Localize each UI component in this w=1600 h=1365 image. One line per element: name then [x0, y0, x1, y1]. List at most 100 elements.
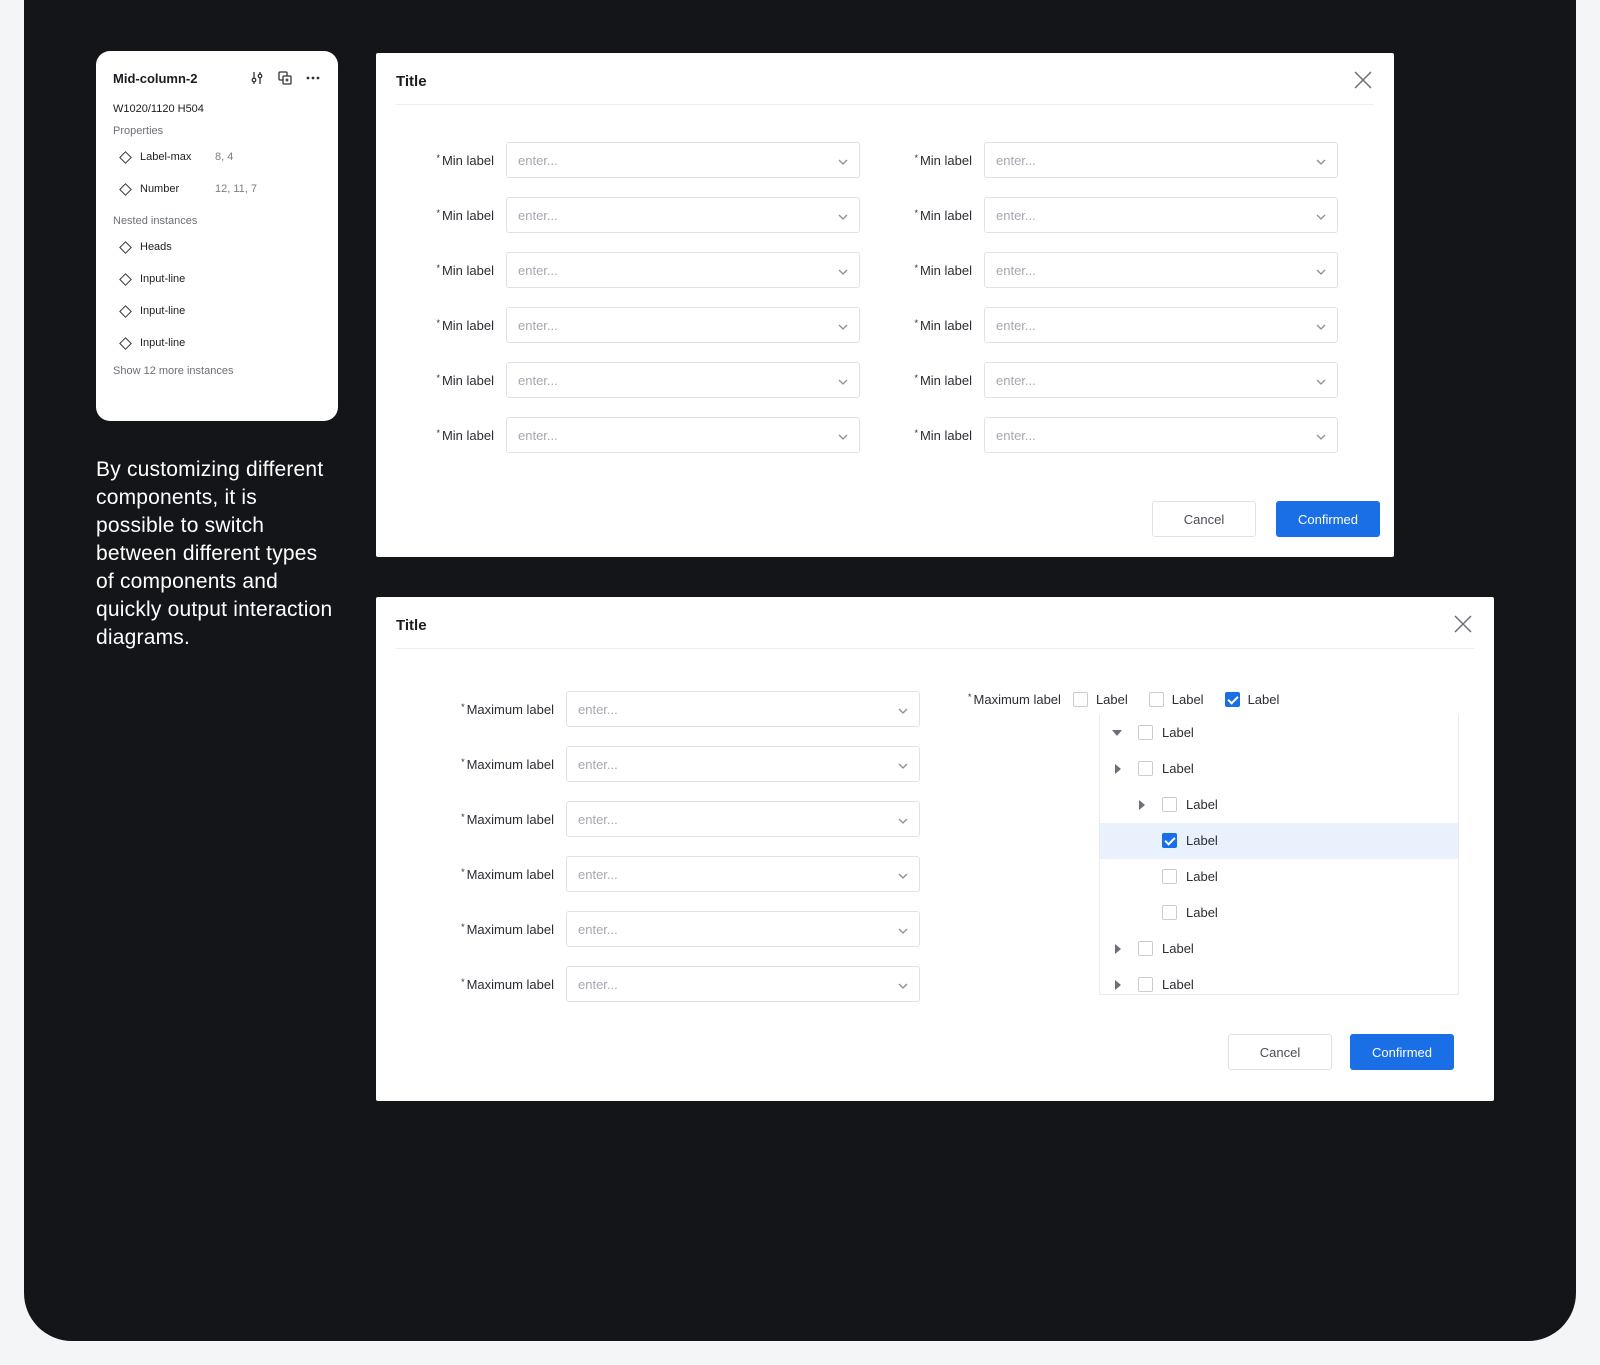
- nested-instance-row[interactable]: Input-line: [113, 327, 321, 359]
- select-field[interactable]: enter...: [566, 746, 920, 782]
- checkbox[interactable]: [1162, 797, 1177, 812]
- checkbox[interactable]: [1162, 869, 1177, 884]
- tree-node-label: Label: [1186, 797, 1218, 812]
- field-label: * Min label: [436, 317, 494, 333]
- tree-node[interactable]: Label: [1100, 823, 1458, 859]
- field-label: * Min label: [914, 207, 972, 223]
- tune-icon[interactable]: [249, 70, 265, 86]
- tree-node-label: Label: [1186, 833, 1218, 848]
- select-field[interactable]: enter...: [506, 362, 860, 398]
- component-swap-icon[interactable]: [277, 70, 293, 86]
- caret-down-icon[interactable]: [1112, 730, 1122, 736]
- select-field[interactable]: enter...: [984, 417, 1338, 453]
- tree-node[interactable]: Label: [1100, 787, 1458, 823]
- checkbox-option[interactable]: Label: [1072, 692, 1128, 707]
- nested-heading: Nested instances: [113, 215, 198, 227]
- confirm-button[interactable]: Confirmed: [1276, 501, 1380, 537]
- tree-node[interactable]: Label: [1100, 751, 1458, 787]
- caret-right-icon[interactable]: [1115, 944, 1121, 954]
- cancel-button[interactable]: Cancel: [1228, 1034, 1332, 1070]
- field-label: * Maximum label: [461, 756, 554, 772]
- select-placeholder: enter...: [518, 263, 558, 278]
- select-field[interactable]: enter...: [506, 307, 860, 343]
- chevron-down-icon: [837, 155, 849, 167]
- select-field[interactable]: enter...: [566, 856, 920, 892]
- select-field[interactable]: enter...: [506, 252, 860, 288]
- caret-right-icon[interactable]: [1115, 980, 1121, 990]
- tree-node[interactable]: Label: [1100, 895, 1458, 931]
- checkbox-option[interactable]: Label: [1224, 692, 1279, 707]
- caret-right-icon[interactable]: [1139, 800, 1145, 810]
- panel-dimensions: W1020/1120 H504: [113, 103, 204, 115]
- field-label: * Min label: [914, 372, 972, 388]
- property-name: Number: [140, 183, 180, 195]
- dialog-header: Title: [396, 53, 1374, 105]
- select-field[interactable]: enter...: [984, 307, 1338, 343]
- field-label: * Min label: [436, 372, 494, 388]
- property-row[interactable]: Label-max 8, 4: [113, 141, 321, 173]
- select-field[interactable]: enter...: [566, 801, 920, 837]
- tree-node[interactable]: Label: [1100, 859, 1458, 895]
- dialog-title: Title: [396, 73, 427, 90]
- chevron-down-icon: [1315, 320, 1327, 332]
- checkbox[interactable]: [1148, 692, 1164, 707]
- form-row: * Maximum label enter...: [396, 911, 920, 947]
- checkbox-option[interactable]: Label: [1148, 692, 1204, 707]
- dialog-header: Title: [396, 597, 1474, 649]
- field-label: * Maximum label: [461, 866, 554, 882]
- tree-node[interactable]: Label: [1100, 967, 1458, 994]
- close-icon[interactable]: [1352, 69, 1374, 91]
- checkbox-checked[interactable]: [1162, 833, 1177, 848]
- dialog-with-tree: Title * Maximum label enter... * Maximum lab…: [376, 597, 1494, 1101]
- caret-right-icon[interactable]: [1115, 764, 1121, 774]
- cancel-button[interactable]: Cancel: [1152, 501, 1256, 537]
- select-field[interactable]: enter...: [506, 417, 860, 453]
- nested-instance-row[interactable]: Input-line: [113, 295, 321, 327]
- tree-node[interactable]: Label: [1100, 931, 1458, 967]
- select-placeholder: enter...: [518, 318, 558, 333]
- select-field[interactable]: enter...: [566, 911, 920, 947]
- field-label: * Maximum label: [461, 976, 554, 992]
- tree-node-label: Label: [1186, 869, 1218, 884]
- checkbox[interactable]: [1138, 761, 1153, 776]
- chevron-down-icon: [837, 210, 849, 222]
- field-label: * Min label: [914, 152, 972, 168]
- checkbox[interactable]: [1138, 941, 1153, 956]
- property-name: Label-max: [140, 151, 192, 163]
- confirm-button[interactable]: Confirmed: [1350, 1034, 1454, 1070]
- checkbox[interactable]: [1072, 692, 1088, 707]
- select-field[interactable]: enter...: [566, 966, 920, 1002]
- select-field[interactable]: enter...: [984, 197, 1338, 233]
- more-icon[interactable]: [305, 70, 321, 86]
- checkbox-checked[interactable]: [1224, 692, 1240, 707]
- form-row: * Min label enter...: [396, 252, 860, 288]
- select-field[interactable]: enter...: [984, 252, 1338, 288]
- checkbox[interactable]: [1138, 977, 1153, 992]
- tree-select: Label Label Label Label Label Label Label Label: [1099, 715, 1459, 995]
- chevron-down-icon: [837, 375, 849, 387]
- close-icon[interactable]: [1452, 613, 1474, 635]
- chevron-down-icon: [837, 265, 849, 277]
- chevron-down-icon: [897, 869, 909, 881]
- form-row: * Min label enter...: [874, 362, 1338, 398]
- canvas-background: Mid-column-2 W1020/1120 H504 Properties …: [24, 0, 1576, 1341]
- select-field[interactable]: enter...: [566, 691, 920, 727]
- checkbox[interactable]: [1162, 905, 1177, 920]
- property-row[interactable]: Number 12, 11, 7: [113, 173, 321, 205]
- diamond-icon: [119, 150, 132, 164]
- nested-instance-row[interactable]: Input-line: [113, 263, 321, 295]
- tree-node-label: Label: [1162, 761, 1194, 776]
- tree-node[interactable]: Label: [1100, 715, 1458, 751]
- checkbox[interactable]: [1138, 725, 1153, 740]
- select-field[interactable]: enter...: [984, 362, 1338, 398]
- select-field[interactable]: enter...: [506, 197, 860, 233]
- property-value: 12, 11, 7: [215, 183, 257, 195]
- nested-instance-row[interactable]: Heads: [113, 231, 321, 263]
- select-field[interactable]: enter...: [984, 142, 1338, 178]
- tree-node-label: Label: [1162, 941, 1194, 956]
- show-more-link[interactable]: Show 12 more instances: [113, 365, 321, 377]
- dialog-title: Title: [396, 617, 427, 634]
- form-row: * Min label enter...: [396, 362, 860, 398]
- chevron-down-icon: [1315, 210, 1327, 222]
- select-field[interactable]: enter...: [506, 142, 860, 178]
